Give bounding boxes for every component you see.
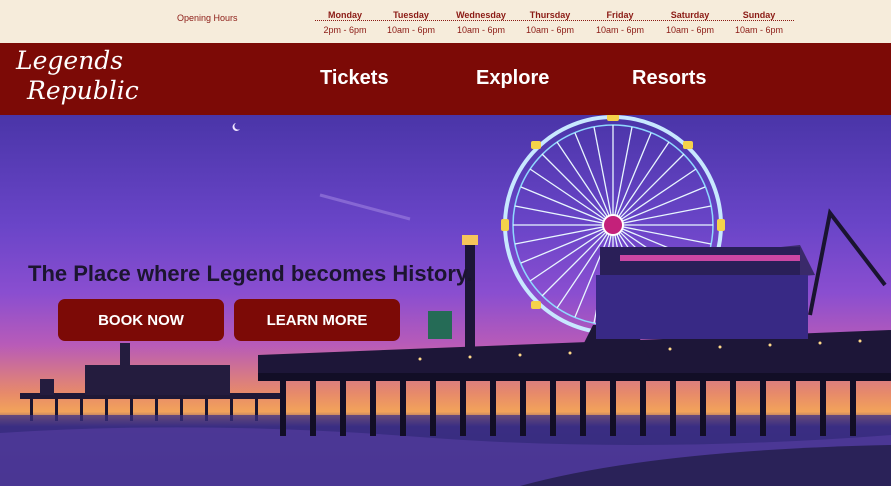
day-name: Friday	[606, 10, 634, 20]
light-tower-lamp	[462, 235, 478, 245]
day-time: 10am - 6pm	[386, 25, 436, 35]
hero-headline: The Place where Legend becomes History.	[28, 261, 473, 286]
day-name: Thursday	[529, 10, 571, 20]
hero-banner: The Place where Legend becomes History. …	[0, 115, 891, 486]
day-time: 10am - 6pm	[525, 25, 575, 35]
logo-line-1: Legends	[16, 46, 124, 75]
opening-hours-label: Opening Hours	[177, 13, 238, 23]
moon-icon	[232, 123, 240, 131]
opening-hours-bar: Opening Hours Monday 2pm - 6pm Tuesday 1…	[0, 0, 891, 43]
day-saturday: Saturday 10am - 6pm	[656, 9, 724, 37]
nav-link-resorts[interactable]: Resorts	[632, 67, 706, 90]
day-sunday: Sunday 10am - 6pm	[725, 9, 793, 37]
left-pier-crane	[40, 379, 54, 395]
day-friday: Friday 10am - 6pm	[586, 9, 654, 37]
left-pier-tower	[120, 343, 130, 367]
coaster-cars	[600, 247, 800, 277]
learn-more-button[interactable]: LEARN MORE	[234, 299, 400, 341]
day-time: 10am - 6pm	[734, 25, 784, 35]
green-structure	[428, 311, 452, 339]
nav-link-tickets[interactable]: Tickets	[320, 67, 389, 90]
logo[interactable]: Legends Republic	[13, 46, 139, 111]
day-time: 10am - 6pm	[665, 25, 715, 35]
day-name: Wednesday	[456, 10, 506, 20]
day-name: Saturday	[670, 10, 710, 20]
main-navigation: Legends Republic Tickets Explore Resorts	[0, 43, 891, 115]
sky-streak	[319, 193, 411, 221]
day-name: Monday	[327, 10, 362, 20]
logo-line-2: Republic	[27, 76, 139, 105]
coaster-neon	[620, 255, 800, 261]
light-tower	[465, 239, 475, 349]
pier-building-glow	[596, 275, 808, 339]
day-time: 10am - 6pm	[456, 25, 506, 35]
day-name: Sunday	[742, 10, 776, 20]
left-pier-building	[85, 365, 230, 395]
right-crane	[808, 208, 887, 316]
day-thursday: Thursday 10am - 6pm	[516, 9, 584, 37]
day-time: 2pm - 6pm	[323, 25, 367, 35]
day-monday: Monday 2pm - 6pm	[311, 9, 379, 37]
day-wednesday: Wednesday 10am - 6pm	[447, 9, 515, 37]
book-now-button[interactable]: BOOK NOW	[58, 299, 224, 341]
day-tuesday: Tuesday 10am - 6pm	[377, 9, 445, 37]
day-time: 10am - 6pm	[595, 25, 645, 35]
main-pier-rail	[258, 373, 891, 381]
nav-link-explore[interactable]: Explore	[476, 67, 549, 90]
day-name: Tuesday	[393, 10, 429, 20]
opening-hours-days: Monday 2pm - 6pm Tuesday 10am - 6pm Wedn…	[315, 9, 794, 37]
